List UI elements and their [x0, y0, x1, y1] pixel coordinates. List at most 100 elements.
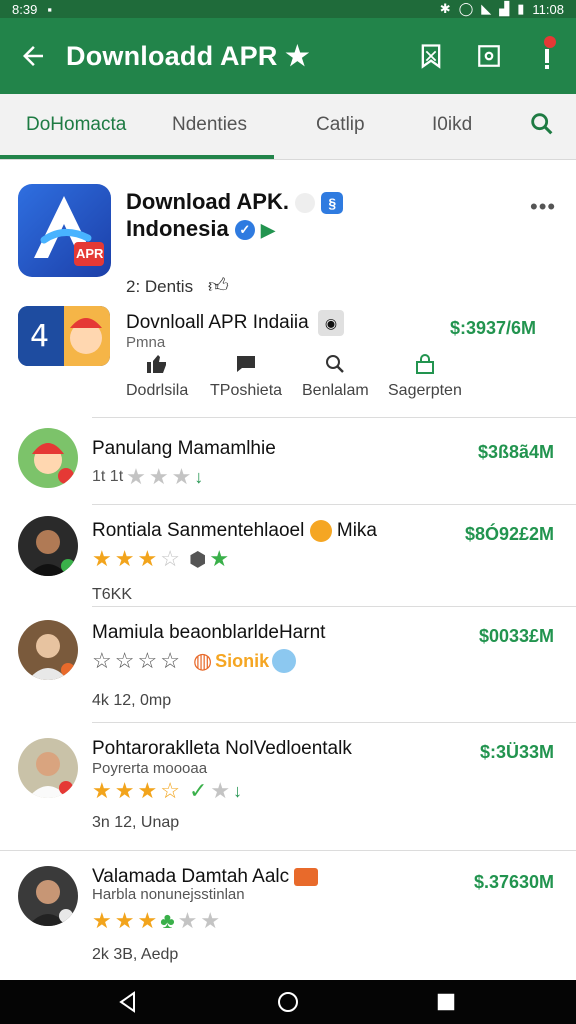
notifications-button[interactable]: [518, 18, 576, 94]
action-tposhieta[interactable]: TPoshieta: [210, 352, 282, 400]
bluetooth-icon: ✱: [439, 1, 451, 16]
list-item[interactable]: Rontiala Sanmentehlaoel Mika ★ ★ ★ ☆ ⬢ ★…: [0, 516, 576, 606]
tab-i0ikd[interactable]: I0ikd: [432, 114, 472, 136]
rating: ★ ★ ★ ☆ ⬢ ★: [92, 546, 229, 572]
square-icon: [478, 45, 500, 67]
star-icon: ★: [92, 778, 112, 803]
row-meta: T6KK: [92, 586, 133, 603]
feature-app-card[interactable]: 4 Dovnloall APR Indaiia ◉ Pmna $:3937/6M…: [18, 306, 558, 416]
star-icon: ★: [210, 778, 231, 803]
nav-back-button[interactable]: [108, 986, 148, 1018]
alarm-icon: ◯: [458, 1, 474, 16]
circle-home-icon: [278, 992, 298, 1012]
row-price: $:3Ü33M: [479, 742, 554, 762]
screen-button[interactable]: [460, 18, 518, 94]
share-icon: §: [321, 192, 344, 215]
avatar: [18, 738, 78, 798]
wifi-icon: ◣: [481, 1, 492, 16]
row-title: Valamada Damtah Aalc: [92, 866, 290, 887]
rating-text: 1t 1t: [92, 468, 124, 485]
feature-price: $:3937/6M: [449, 318, 536, 338]
leaf-icon: ♣: [160, 908, 175, 933]
row-title: Rontiala Sanmentehlaoel: [92, 520, 305, 542]
battery-icon: ▮: [517, 1, 525, 16]
camera-icon: ◉: [318, 310, 344, 336]
flag-icon: [295, 193, 316, 214]
divider: [92, 722, 576, 723]
list-item[interactable]: Panulang Mamamlhie 1t 1t ★ ★ ★ ↓ $3ß8ã4M: [0, 428, 576, 506]
star-icon: ★: [114, 908, 135, 933]
action-sagerpten[interactable]: Sagerpten: [388, 352, 462, 400]
tab-dohomacta[interactable]: DoHomacta: [26, 114, 126, 136]
row-title: Panulang Mamamlhie: [92, 438, 276, 459]
list-item[interactable]: Mamiula beaonblarldeHarnt ☆ ☆ ☆ ☆ ◍ Sion…: [0, 618, 576, 728]
star-icon: ★: [200, 908, 221, 933]
featured-app-card[interactable]: APR Download APK. § Indonesia ✓ ▶ 2: Den…: [18, 184, 558, 297]
list-item[interactable]: Pohtaroraklleta NolVedloentalk Poyrerta …: [0, 736, 576, 846]
play-icon: ▶: [260, 220, 275, 240]
search-button[interactable]: [528, 110, 556, 143]
row-price: $3ß8ã4M: [477, 442, 554, 462]
star-icon: ☆: [160, 778, 180, 803]
face-icon: [272, 649, 297, 673]
badge-icon: ⬢: [188, 548, 207, 571]
thumbs-up-icon: [126, 352, 188, 382]
list-item[interactable]: Valamada Damtah Aalc Harbla nonunejsstin…: [0, 864, 576, 974]
check-icon: ✓: [188, 778, 208, 803]
search-icon: [531, 113, 553, 135]
square-recents-icon: [437, 993, 455, 1011]
svg-text:4: 4: [30, 319, 49, 354]
green-star-icon: ★: [209, 546, 230, 571]
app-meta: 2: Dentis: [126, 277, 194, 296]
notification-badge: [544, 36, 556, 48]
rating: ★ ★ ★ ♣ ★ ★: [92, 908, 220, 934]
avatar: [18, 428, 78, 488]
download-icon: ↓: [233, 780, 243, 801]
emoji-icon: [309, 520, 332, 542]
action-dodrlsila[interactable]: Dodrlsila: [126, 352, 188, 400]
arrow-left-icon: [23, 46, 43, 66]
feature-app-title: Dovnloall APR Indaiia: [126, 312, 309, 333]
star-icon: ☆: [114, 648, 135, 673]
page-title: Downloadd APR ★: [66, 40, 310, 71]
download-icon: ↓: [194, 466, 204, 487]
row-price: $8Ó92£2M: [464, 524, 554, 544]
more-options-button[interactable]: •••: [530, 194, 556, 220]
star-icon: ★: [137, 546, 158, 571]
feature-actions: Dodrlsila TPoshieta Benlalam Sagerpten: [126, 352, 486, 412]
bookmark-button[interactable]: [402, 18, 460, 94]
star-icon: ★: [177, 908, 198, 933]
active-tab-indicator: [0, 155, 274, 159]
chat-icon: [210, 352, 282, 382]
app-title-line2: Indonesia: [126, 216, 229, 241]
nav-recents-button[interactable]: [426, 986, 466, 1018]
feature-app-subtitle: Pmna: [126, 334, 166, 351]
star-icon: ☆: [92, 648, 112, 673]
tab-ndenties[interactable]: Ndenties: [172, 114, 247, 136]
star-icon: ★: [137, 908, 158, 933]
divider: [0, 850, 576, 851]
row-price: $0033£M: [478, 626, 554, 646]
back-button[interactable]: [0, 18, 66, 94]
star-icon: ★: [126, 464, 146, 489]
avatar: [18, 516, 78, 576]
star-icon: ★: [92, 546, 112, 571]
lock-icon: [388, 352, 462, 382]
app-bar: Downloadd APR ★: [0, 18, 576, 94]
star-icon: ☆: [160, 648, 180, 673]
feature-app-icon: 4: [18, 306, 110, 366]
row-title: Pohtaroraklleta NolVedloentalk: [92, 738, 352, 759]
row-meta: 3n 12, Unap: [92, 814, 180, 831]
thumbs-up-icon[interactable]: 👍︎: [208, 275, 229, 297]
row-price: $.37630M: [473, 872, 554, 892]
divider: [92, 504, 576, 505]
tag-icon: [294, 867, 319, 886]
row-title: Mamiula beaonblarldeHarnt: [92, 622, 326, 643]
rating: ☆ ☆ ☆ ☆ ◍ Sionik: [92, 648, 297, 674]
tab-catlip[interactable]: Catlip: [316, 114, 365, 136]
nav-home-button[interactable]: [268, 986, 308, 1018]
rating: 1t 1t ★ ★ ★ ↓: [92, 464, 203, 490]
system-nav-bar: [0, 980, 576, 1024]
action-benlalam[interactable]: Benlalam: [302, 352, 369, 400]
row-title-extra: Mika: [336, 520, 377, 542]
